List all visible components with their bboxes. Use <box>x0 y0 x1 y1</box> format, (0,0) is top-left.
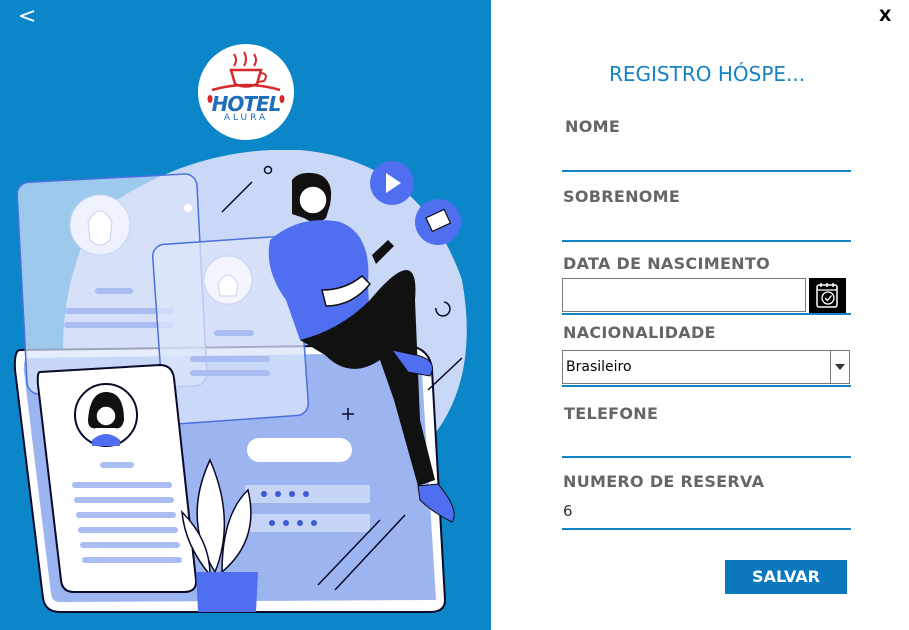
sobrenome-label: SOBRENOME <box>563 187 681 206</box>
data-nascimento-label: DATA DE NASCIMENTO <box>563 254 770 273</box>
sobrenome-input[interactable] <box>562 240 851 242</box>
calendar-button[interactable] <box>809 278 846 314</box>
nacionalidade-select[interactable]: Brasileiro <box>562 350 850 384</box>
calendar-check-icon <box>816 283 838 308</box>
numero-reserva-value: 6 <box>563 502 573 520</box>
numero-reserva-label: NUMERO DE RESERVA <box>563 472 765 491</box>
save-button[interactable]: SALVAR <box>725 560 847 594</box>
nome-label: NOME <box>565 117 621 136</box>
hotel-logo: HOTEL ALURA <box>198 44 294 140</box>
close-button[interactable]: X <box>879 6 891 25</box>
telefone-input[interactable] <box>562 456 851 458</box>
nome-input[interactable] <box>562 170 851 172</box>
registration-illustration <box>13 150 467 613</box>
left-panel: < HOTEL ALURA <box>0 0 491 630</box>
nacionalidade-label: NACIONALIDADE <box>563 323 716 342</box>
data-nascimento-underline <box>562 313 851 315</box>
chevron-down-icon[interactable] <box>830 351 849 383</box>
logo-alura-text: ALURA <box>223 113 269 123</box>
telefone-label: TELEFONE <box>564 404 659 423</box>
nacionalidade-underline <box>562 385 851 387</box>
data-nascimento-input[interactable] <box>562 278 806 312</box>
back-button[interactable]: < <box>18 4 36 29</box>
nacionalidade-value: Brasileiro <box>566 359 632 375</box>
form-title: REGISTRO HÓSPE... <box>609 62 806 86</box>
numero-reserva-input[interactable] <box>562 528 851 530</box>
